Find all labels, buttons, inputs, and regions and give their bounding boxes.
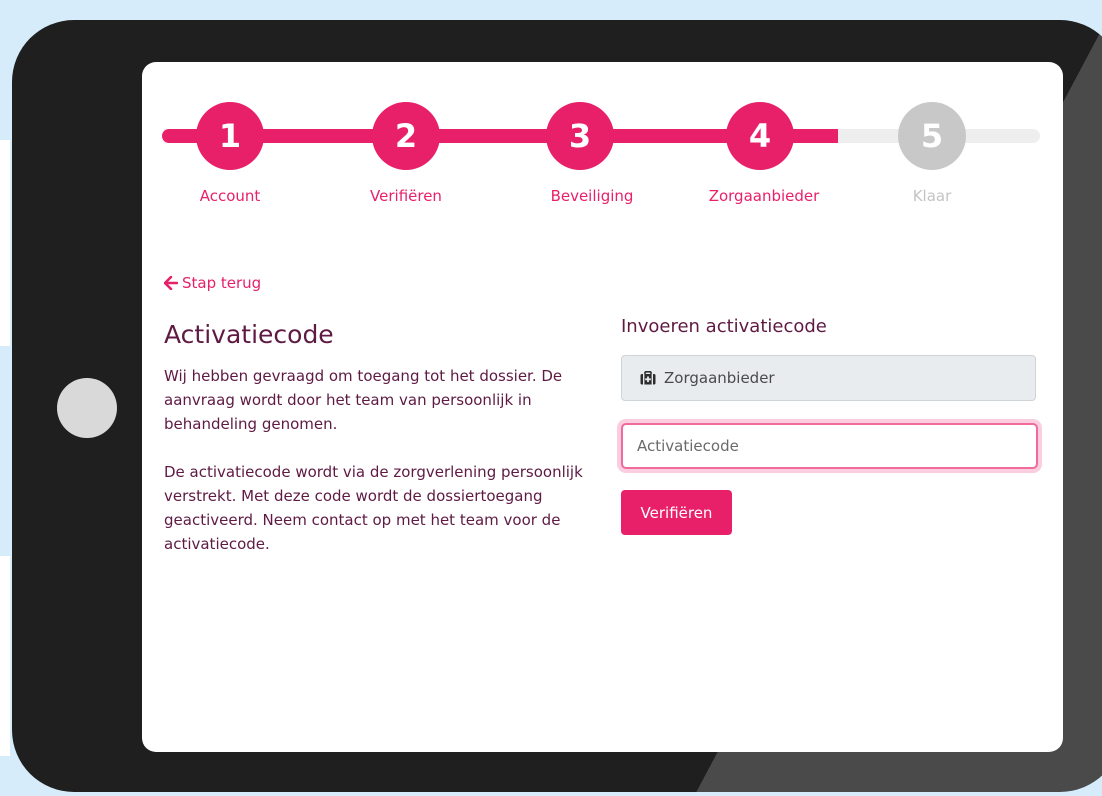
step-4-circle: 4 [726, 102, 794, 170]
tablet-home-button [57, 378, 117, 438]
verify-button[interactable]: Verifiëren [621, 490, 732, 535]
step-4-label: Zorgaanbieder [708, 187, 820, 205]
info-paragraph: De activatiecode wordt via de zorgverlen… [164, 463, 583, 553]
background-panel-left-bottom [0, 556, 10, 756]
background-panel-left-top [0, 140, 10, 346]
step-5-label: Klaar [912, 187, 952, 205]
page-title: Activatiecode [164, 320, 334, 349]
step-5-number: 5 [920, 117, 944, 155]
provider-value: Zorgaanbieder [664, 369, 775, 387]
step-3-number: 3 [568, 117, 592, 155]
step-2-label: Verifiëren [370, 187, 442, 205]
step-5-circle: 5 [898, 102, 966, 170]
arrow-left-icon [164, 276, 178, 290]
tablet-screen: 1 2 3 4 5 Account Verifiëren Beveiliging… [142, 62, 1063, 752]
step-4-number: 4 [748, 117, 772, 155]
back-link[interactable]: Stap terug [164, 274, 261, 292]
step-2-number: 2 [394, 117, 418, 155]
step-3-circle: 3 [546, 102, 614, 170]
activation-code-input[interactable] [621, 423, 1038, 469]
step-2-circle: 2 [372, 102, 440, 170]
provider-field: Zorgaanbieder [621, 355, 1036, 401]
form-title: Invoeren activatiecode [621, 316, 827, 337]
step-1-number: 1 [218, 117, 242, 155]
medical-kit-icon [640, 371, 656, 385]
step-1-label: Account [199, 187, 261, 205]
step-1-circle: 1 [196, 102, 264, 170]
intro-paragraph: Wij hebben gevraagd om toegang tot het d… [164, 367, 563, 433]
step-3-label: Beveiliging [550, 187, 634, 205]
back-link-label: Stap terug [182, 274, 262, 292]
